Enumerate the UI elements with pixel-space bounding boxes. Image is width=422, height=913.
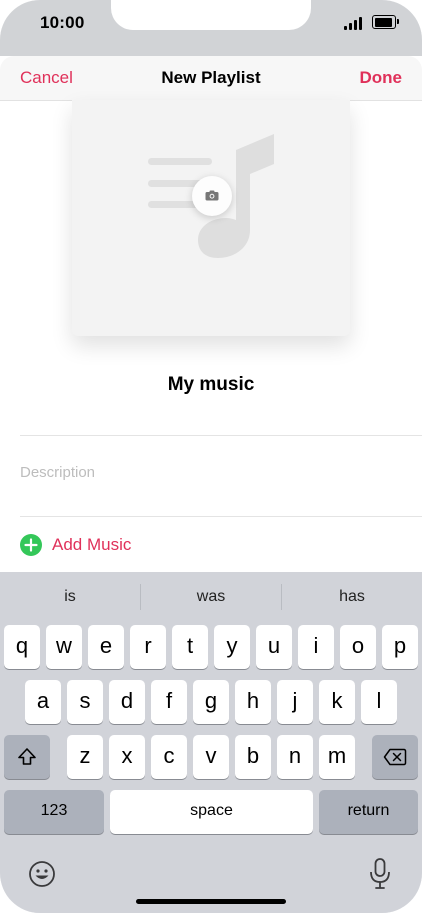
- done-button[interactable]: Done: [360, 68, 403, 88]
- emoji-icon[interactable]: [28, 860, 56, 888]
- battery-icon: [372, 15, 399, 29]
- divider: [20, 516, 422, 517]
- key-h[interactable]: h: [235, 680, 271, 724]
- plus-circle-icon: [20, 534, 42, 556]
- key-z[interactable]: z: [67, 735, 103, 779]
- return-key[interactable]: return: [319, 790, 418, 834]
- key-s[interactable]: s: [67, 680, 103, 724]
- key-m[interactable]: m: [319, 735, 355, 779]
- key-g[interactable]: g: [193, 680, 229, 724]
- key-l[interactable]: l: [361, 680, 397, 724]
- notch: [111, 0, 311, 30]
- key-o[interactable]: o: [340, 625, 376, 669]
- key-i[interactable]: i: [298, 625, 334, 669]
- camera-icon: [205, 190, 219, 201]
- home-indicator[interactable]: [136, 899, 286, 904]
- playlist-artwork[interactable]: [72, 100, 350, 336]
- playlist-name-field[interactable]: My music: [0, 374, 422, 396]
- numbers-key[interactable]: 123: [4, 790, 104, 834]
- space-key[interactable]: space: [110, 790, 313, 834]
- key-d[interactable]: d: [109, 680, 145, 724]
- suggestion-3[interactable]: has: [282, 588, 422, 606]
- key-v[interactable]: v: [193, 735, 229, 779]
- key-k[interactable]: k: [319, 680, 355, 724]
- cellular-signal-icon: [344, 16, 364, 30]
- divider: [20, 435, 422, 436]
- key-c[interactable]: c: [151, 735, 187, 779]
- key-x[interactable]: x: [109, 735, 145, 779]
- key-w[interactable]: w: [46, 625, 82, 669]
- key-n[interactable]: n: [277, 735, 313, 779]
- description-field[interactable]: Description: [20, 464, 95, 481]
- key-e[interactable]: e: [88, 625, 124, 669]
- phone-frame: 10:00 Cancel New Playlist Done My music …: [0, 0, 422, 913]
- shift-icon: [18, 748, 36, 765]
- shift-key[interactable]: [4, 735, 50, 779]
- key-r[interactable]: r: [130, 625, 166, 669]
- key-q[interactable]: q: [4, 625, 40, 669]
- key-t[interactable]: t: [172, 625, 208, 669]
- key-f[interactable]: f: [151, 680, 187, 724]
- microphone-icon[interactable]: [368, 858, 392, 890]
- add-music-label: Add Music: [52, 535, 132, 554]
- suggestion-2[interactable]: was: [141, 588, 281, 606]
- navigation-bar: Cancel New Playlist Done: [0, 56, 422, 101]
- delete-key[interactable]: [372, 735, 418, 779]
- key-y[interactable]: y: [214, 625, 250, 669]
- backspace-icon: [383, 748, 407, 766]
- key-u[interactable]: u: [256, 625, 292, 669]
- key-a[interactable]: a: [25, 680, 61, 724]
- status-time: 10:00: [40, 13, 85, 32]
- keyboard: is was has q w e r t y u i o p a s d f g…: [0, 572, 422, 913]
- key-j[interactable]: j: [277, 680, 313, 724]
- camera-button[interactable]: [192, 176, 232, 216]
- suggestion-1[interactable]: is: [0, 588, 140, 606]
- key-b[interactable]: b: [235, 735, 271, 779]
- status-bar: 10:00: [0, 0, 422, 56]
- key-p[interactable]: p: [382, 625, 418, 669]
